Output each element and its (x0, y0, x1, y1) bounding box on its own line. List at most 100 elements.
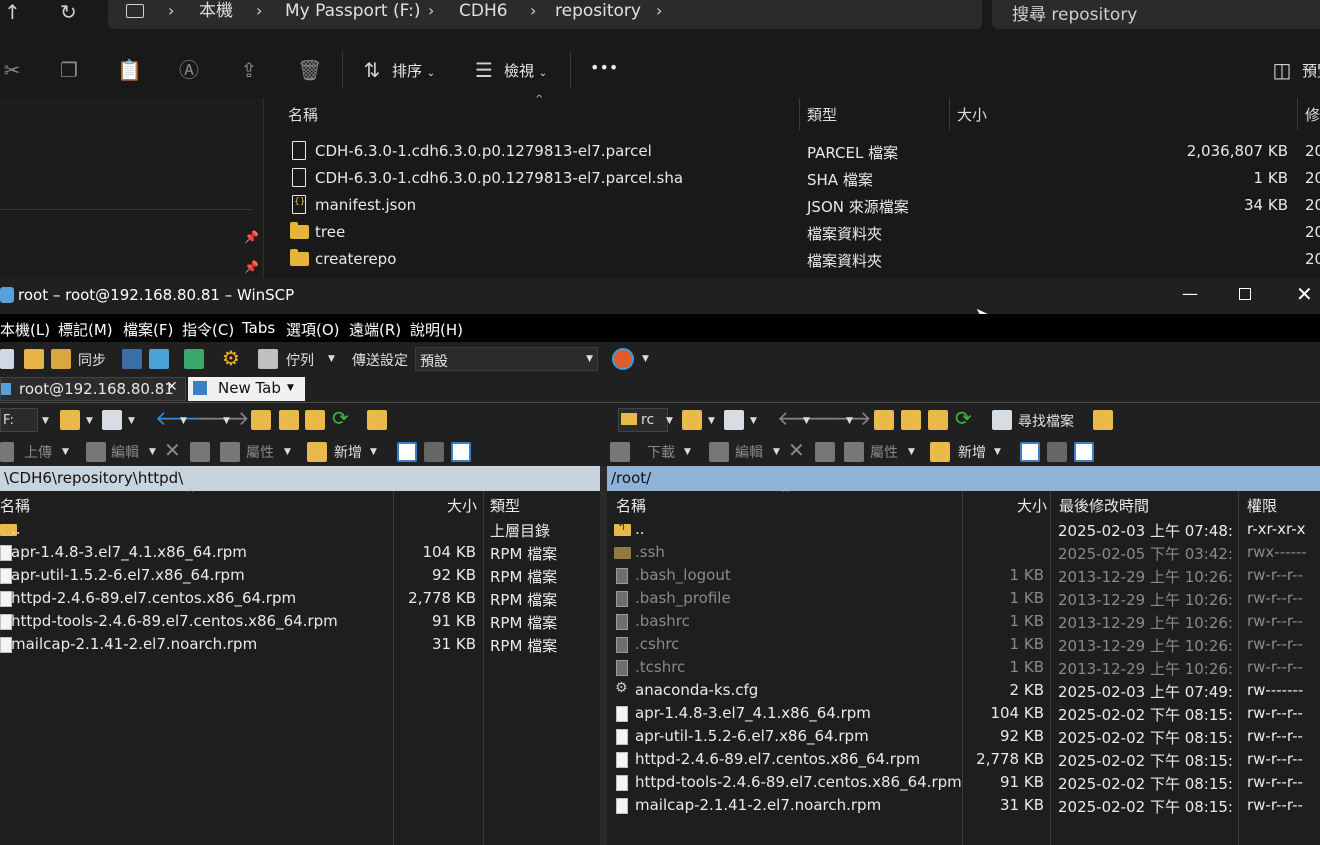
more-options-button[interactable]: ••• (590, 58, 618, 77)
properties-button[interactable]: 屬性 (246, 442, 274, 462)
view-button[interactable]: 檢視 ⌄ (504, 60, 547, 81)
edit-button[interactable]: 編輯 (735, 442, 763, 462)
breadcrumb-cdh6[interactable]: CDH6 (459, 0, 508, 22)
find-files-button[interactable]: 尋找檔案 (1018, 411, 1074, 431)
menu-options[interactable]: 選項(O) (286, 319, 340, 340)
refresh-icon[interactable]: ⟳ (955, 406, 972, 430)
dropdown-arrow-icon[interactable]: ▼ (128, 416, 135, 426)
dropdown-arrow-icon[interactable]: ▼ (284, 447, 291, 457)
remote-dir-select[interactable]: rc (618, 408, 668, 432)
file-row[interactable]: createrepo 檔案資料夾 20 (288, 246, 1320, 273)
dropdown-arrow-icon[interactable]: ▼ (908, 447, 915, 457)
home-icon[interactable] (305, 410, 325, 430)
root-dir-icon[interactable] (279, 410, 299, 430)
column-header-name[interactable]: 名稱 (0, 495, 30, 516)
cut-icon[interactable]: ✂ (0, 58, 24, 82)
up-arrow-icon[interactable]: ↑ (4, 0, 21, 24)
filter-select-icon[interactable] (1074, 442, 1094, 462)
local-file-row[interactable]: httpd-2.4.6-89.el7.centos.x86_64.rpm 2,77… (0, 587, 600, 610)
local-file-row[interactable]: httpd-tools-2.4.6-89.el7.centos.x86_64.r… (0, 610, 600, 633)
unselect-icon[interactable] (1047, 442, 1067, 462)
forward-arrow-icon[interactable]: 🡒 (818, 406, 872, 430)
column-header-modified[interactable]: 最後修改時間 (1059, 495, 1149, 516)
rename-icon[interactable] (815, 442, 835, 462)
edit-icon[interactable] (709, 442, 729, 462)
remote-file-row[interactable]: mailcap-2.1.41-2.el7.noarch.rpm 31 KB 2025… (607, 794, 1320, 817)
column-divider[interactable] (1297, 98, 1298, 130)
menu-local[interactable]: 本機(L) (0, 319, 50, 340)
download-button[interactable]: 下載 (647, 442, 675, 462)
sort-button[interactable]: 排序 ⌄ (392, 60, 435, 81)
menu-mark[interactable]: 標記(M) (58, 319, 113, 340)
column-divider[interactable] (799, 98, 800, 130)
dropdown-arrow-icon[interactable]: ▼ (642, 354, 649, 364)
menu-files[interactable]: 檔案(F) (123, 319, 173, 340)
refresh-icon[interactable]: ⟳ (332, 406, 349, 430)
dropdown-arrow-icon[interactable]: ▼ (846, 416, 853, 426)
local-file-row[interactable]: apr-util-1.5.2-6.el7.x86_64.rpm 92 KB RPM … (0, 564, 600, 587)
new-icon[interactable] (930, 442, 950, 462)
file-row[interactable]: manifest.json JSON 來源檔案 34 KB 20 (288, 192, 1320, 219)
pin-icon[interactable]: 📌 (244, 260, 259, 274)
remote-file-row[interactable]: ⚙ anaconda-ks.cfg 2 KB 2025-02-03 上午 07:49:… (607, 679, 1320, 702)
local-file-row[interactable]: .. 上層目錄 (0, 518, 600, 541)
dropdown-arrow-icon[interactable]: ▼ (149, 447, 156, 457)
compare-icon[interactable] (0, 349, 14, 369)
properties-icon[interactable] (844, 442, 864, 462)
tab-new[interactable]: New Tab ▼ (188, 377, 305, 401)
menu-tabs[interactable]: Tabs (242, 319, 275, 337)
console-icon[interactable] (122, 349, 142, 369)
chevron-right-icon[interactable]: › (656, 0, 662, 22)
refresh-session-icon[interactable] (184, 349, 204, 369)
column-header-type[interactable]: 類型 (490, 495, 520, 516)
sync-button[interactable]: 同步 (78, 350, 106, 370)
putty-icon[interactable] (149, 349, 169, 369)
filter-select-icon[interactable] (451, 442, 471, 462)
rename-icon[interactable]: Ⓐ (177, 58, 201, 82)
dropdown-arrow-icon[interactable]: ▼ (750, 416, 757, 426)
dropdown-arrow-icon[interactable]: ▼ (62, 447, 69, 457)
parent-dir-icon[interactable] (251, 410, 271, 430)
column-header-type[interactable]: 類型 (807, 104, 837, 125)
dropdown-arrow-icon[interactable]: ▼ (86, 416, 93, 426)
new-button[interactable]: 新增 (334, 442, 362, 462)
remote-file-row[interactable]: .. 2025-02-03 上午 07:48:... r-xr-xr-x (607, 518, 1320, 541)
delete-icon[interactable]: ✕ (164, 438, 181, 462)
file-row[interactable]: CDH-6.3.0-1.cdh6.3.0.p0.1279813-el7.parc… (288, 165, 1320, 192)
remote-file-row[interactable]: httpd-2.4.6-89.el7.centos.x86_64.rpm 2,77… (607, 748, 1320, 771)
properties-button[interactable]: 屬性 (870, 442, 898, 462)
dropdown-arrow-icon[interactable]: ▼ (708, 416, 715, 426)
pin-icon[interactable]: 📌 (244, 230, 259, 244)
minimize-icon[interactable]: — (1182, 284, 1198, 303)
local-path-bar[interactable]: \CDH6\repository\httpd\ (0, 466, 600, 491)
preferences-gear-icon[interactable]: ⚙ (222, 346, 240, 370)
remote-file-row[interactable]: .bashrc 1 KB 2013-12-29 上午 10:26:... rw-r--… (607, 610, 1320, 633)
remote-path-bar[interactable]: /root/ (607, 466, 1320, 491)
pane-splitter[interactable] (600, 466, 607, 845)
local-file-row[interactable]: mailcap-2.1.41-2.el7.noarch.rpm 31 KB RPM … (0, 633, 600, 656)
dropdown-arrow-icon[interactable]: ▼ (803, 416, 810, 426)
paste-icon[interactable]: 📋 (117, 58, 142, 82)
local-file-row[interactable]: apr-1.4.8-3.el7_4.1.x86_64.rpm 104 KB RPM … (0, 541, 600, 564)
remote-file-row[interactable]: apr-1.4.8-3.el7_4.1.x86_64.rpm 104 KB 2025… (607, 702, 1320, 725)
tree-toggle-icon[interactable] (1093, 410, 1113, 430)
maximize-icon[interactable] (1239, 288, 1251, 300)
tab-close-icon[interactable]: ✕ (166, 379, 178, 395)
find-files-icon[interactable] (992, 410, 1012, 430)
copy-icon[interactable]: ❐ (57, 58, 81, 82)
parent-dir-icon[interactable] (874, 410, 894, 430)
sync-folder-icon[interactable] (51, 349, 71, 369)
local-drive-select[interactable]: F: (0, 408, 38, 432)
remote-file-row[interactable]: .ssh 2025-02-05 下午 03:42:... rwx------ (607, 541, 1320, 564)
select-all-icon[interactable] (1020, 442, 1040, 462)
new-button[interactable]: 新增 (958, 442, 986, 462)
breadcrumb-repository[interactable]: repository (555, 0, 641, 22)
select-all-icon[interactable] (397, 442, 417, 462)
home-icon[interactable] (928, 410, 948, 430)
breadcrumb-this-pc[interactable]: 本機 (199, 0, 233, 22)
transfer-settings-select[interactable]: 預設 ▼ (415, 347, 598, 371)
column-header-name[interactable]: 名稱 (288, 104, 318, 125)
filter-icon[interactable] (102, 410, 122, 430)
column-header-modified[interactable]: 修 (1305, 104, 1320, 125)
dropdown-arrow-icon[interactable]: ▼ (994, 447, 1001, 457)
